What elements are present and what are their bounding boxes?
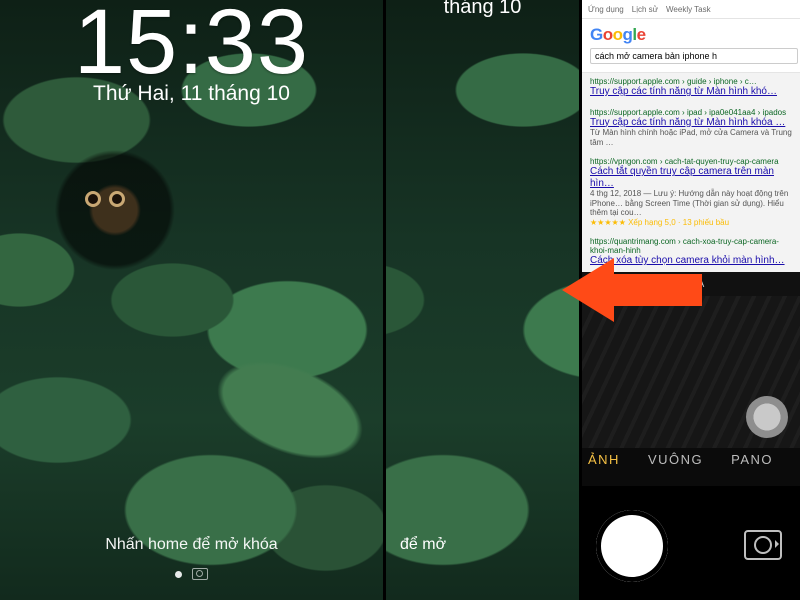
result-url: https://support.apple.com › ipad › ipa0e… xyxy=(590,108,792,117)
wallpaper-cat-in-leaves-crop xyxy=(386,0,579,600)
browser-tab-bar: Ứng dụng Lịch sử Weekly Task xyxy=(582,0,800,19)
browser-tab: Ứng dụng xyxy=(588,5,624,14)
lockscreen-panel: 15:33 Thứ Hai, 11 tháng 10 Nhấn home để … xyxy=(0,0,383,600)
camera-mode-photo[interactable]: ẢNH xyxy=(588,452,620,467)
unlock-hint[interactable]: Nhấn home để mở khóa xyxy=(0,536,383,554)
result-url: https://quantrimang.com › cach-xoa-truy-… xyxy=(590,237,792,255)
camera-mode-selector[interactable]: ẢNH VUÔNG PANO xyxy=(582,452,800,467)
focus-lock-label: KHÓA xyxy=(677,279,705,289)
camera-bottom-bar xyxy=(582,486,800,600)
flip-camera-icon[interactable] xyxy=(744,530,782,560)
wallpaper-cat-eyes xyxy=(88,194,122,204)
tutorial-composite: 15:33 Thứ Hai, 11 tháng 10 Nhấn home để … xyxy=(0,0,800,600)
camera-app-panel: Ứng dụng Lịch sử Weekly Task Google http… xyxy=(582,0,800,600)
camera-mode-pano[interactable]: PANO xyxy=(731,452,773,467)
search-result: https://quantrimang.com › cach-xoa-truy-… xyxy=(590,237,792,267)
google-search-header: Google xyxy=(582,19,800,73)
mini-shutter-icon[interactable] xyxy=(746,396,788,438)
page-indicator[interactable] xyxy=(0,568,383,580)
search-result: https://vpngon.com › cach-tat-quyen-truy… xyxy=(590,157,792,227)
search-results: https://support.apple.com › guide › ipho… xyxy=(582,73,800,272)
lockscreen-date: Thứ Hai, 11 tháng 10 xyxy=(0,82,383,106)
google-logo: Google xyxy=(590,25,646,44)
lockscreen-panel-swiping: tháng 10 để mở xyxy=(386,0,579,600)
result-title: Truy cập các tính năng từ Màn hình khó… xyxy=(590,86,792,98)
result-title: Truy cập các tính năng từ Màn hình khóa … xyxy=(590,117,792,129)
result-url: https://support.apple.com › guide › ipho… xyxy=(590,77,792,86)
unlock-hint-fragment: để mở xyxy=(400,536,446,554)
camera-viewfinder[interactable]: Ứng dụng Lịch sử Weekly Task Google http… xyxy=(582,0,800,272)
google-search-field xyxy=(590,48,798,64)
result-title: Cách tắt quyền truy cập camera trên màn … xyxy=(590,166,792,189)
camera-mode-square[interactable]: VUÔNG xyxy=(648,452,703,467)
result-snippet: Từ Màn hình chính hoặc iPad, mở cửa Came… xyxy=(590,128,792,147)
result-snippet: 4 thg 12, 2018 — Lưu ý: Hướng dẫn này ho… xyxy=(590,189,792,218)
result-url: https://vpngon.com › cach-tat-quyen-truy… xyxy=(590,157,792,166)
focus-lock-row: KHÓA xyxy=(582,272,800,296)
result-title: Cách xóa tùy chọn camera khỏi màn hình… xyxy=(590,255,792,267)
browser-tab: Weekly Task xyxy=(666,5,711,14)
search-result: https://support.apple.com › guide › ipho… xyxy=(590,77,792,98)
lockscreen-time: 15:33 xyxy=(0,0,383,95)
browser-tab: Lịch sử xyxy=(632,5,658,14)
result-rating: ★★★★★ Xếp hạng 5,0 · 13 phiếu bầu xyxy=(590,218,792,227)
shutter-button[interactable] xyxy=(596,510,668,582)
camera-page-icon[interactable] xyxy=(192,568,208,580)
search-result: https://support.apple.com › ipad › ipa0e… xyxy=(590,108,792,148)
page-dot-current xyxy=(175,571,182,578)
lockscreen-date-fragment: tháng 10 xyxy=(386,0,579,19)
